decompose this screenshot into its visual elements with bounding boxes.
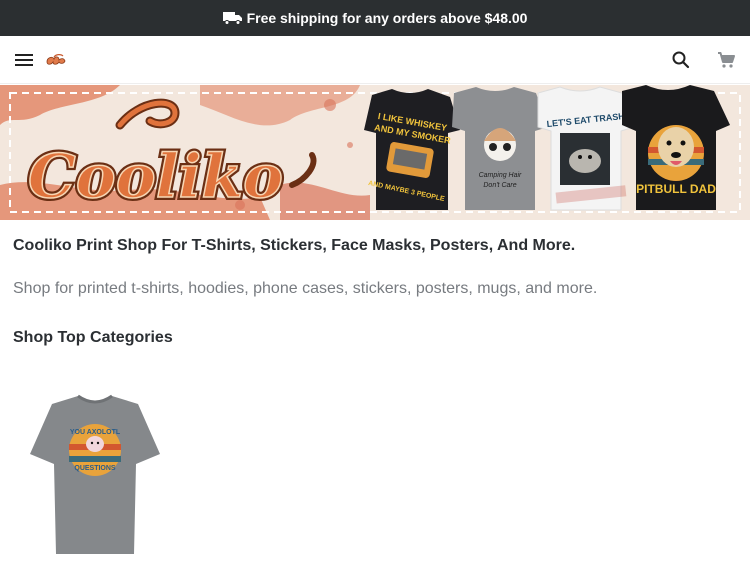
site-logo[interactable] bbox=[45, 53, 67, 67]
shopping-cart-icon[interactable] bbox=[714, 48, 738, 72]
svg-text:Don't Care: Don't Care bbox=[483, 182, 516, 189]
hamburger-menu-icon[interactable] bbox=[13, 51, 35, 69]
search-icon[interactable] bbox=[669, 48, 693, 72]
svg-text:Cooliko: Cooliko bbox=[28, 142, 283, 212]
hero-banner[interactable]: Cooliko Cooliko I LIKE WHISKEY AND MY SM… bbox=[0, 85, 750, 220]
page-subheadline: Shop for printed t-shirts, hoodies, phon… bbox=[13, 280, 598, 297]
site-header bbox=[0, 36, 750, 84]
svg-text:Camping Hair: Camping Hair bbox=[479, 172, 522, 179]
banner-shirt-trash: LET'S EAT TRASH & GET HIT BY A bbox=[537, 86, 635, 211]
banner-shirt-pitbull: PITBULL DAD bbox=[622, 85, 730, 210]
section-title-top-categories: Shop Top Categories bbox=[13, 329, 173, 346]
svg-text:YOU AXOLOTL: YOU AXOLOTL bbox=[70, 429, 121, 436]
banner-shirt-camping: Camping Hair Don't Care bbox=[452, 87, 548, 210]
svg-text:PITBULL DAD: PITBULL DAD bbox=[636, 182, 716, 196]
announcement-bar: Free shipping for any orders above $48.0… bbox=[0, 0, 750, 36]
announcement-text: Free shipping for any orders above $48.0… bbox=[246, 10, 528, 26]
category-card-tshirts[interactable]: YOU AXOLOTL QUESTIONS bbox=[22, 392, 168, 558]
svg-text:QUESTIONS: QUESTIONS bbox=[74, 465, 116, 472]
page-headline: Cooliko Print Shop For T-Shirts, Sticker… bbox=[13, 237, 576, 254]
banner-shirt-whiskey: I LIKE WHISKEY AND MY SMOKER AND MAYBE 3… bbox=[364, 89, 460, 210]
truck-icon bbox=[222, 11, 243, 25]
